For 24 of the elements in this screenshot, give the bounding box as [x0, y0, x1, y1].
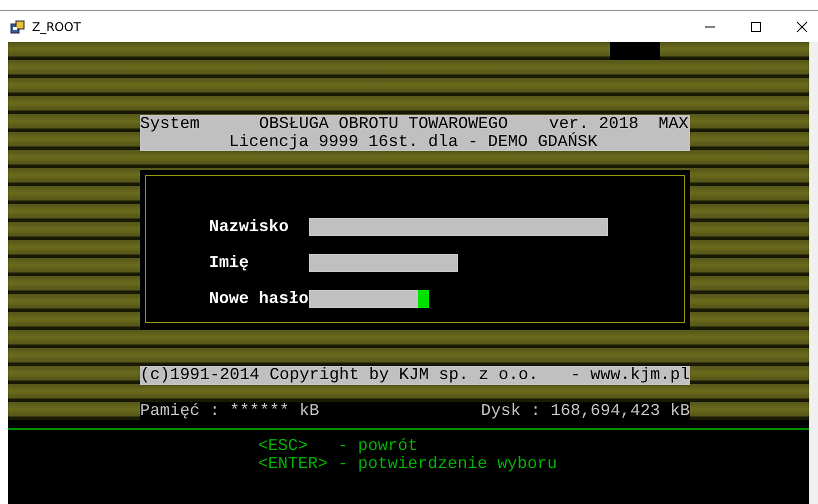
key-name: <ESC> — [258, 437, 309, 455]
key-name: <ENTER> — [258, 455, 329, 473]
input-field[interactable] — [309, 218, 608, 236]
website-text: - www.kjm.pl — [570, 366, 690, 385]
copyright-text: (c)1991-2014 Copyright by KJM sp. z o.o. — [140, 366, 538, 385]
disk-info: Dysk : 168,694,423 kB — [480, 402, 690, 420]
field-label: Nowe hasło — [209, 290, 309, 308]
system-label: System — [140, 115, 201, 133]
scrollbar[interactable] — [809, 42, 818, 504]
field-label: Imię — [209, 254, 250, 272]
program-title: OBSŁUGA OBROTU TOWAROWEGO — [259, 115, 509, 133]
input-field[interactable] — [309, 254, 458, 272]
maximize-icon[interactable] — [750, 20, 762, 32]
field-label: Nazwisko — [209, 218, 290, 236]
blank-area — [610, 42, 660, 60]
key-description: - powrót — [338, 437, 418, 455]
close-icon[interactable] — [796, 20, 808, 32]
window-title: Z_ROOT — [32, 20, 81, 34]
version-label: ver. 2018 MAX — [549, 115, 688, 133]
app-icon — [10, 18, 26, 34]
memory-info: Pamięć : ****** kB — [140, 402, 320, 420]
key-description: - potwierdzenie wyboru — [338, 455, 558, 473]
license-text: Licencja 9999 16st. dla - DEMO GDAŃSK — [229, 132, 598, 151]
input-field[interactable] — [309, 290, 429, 308]
